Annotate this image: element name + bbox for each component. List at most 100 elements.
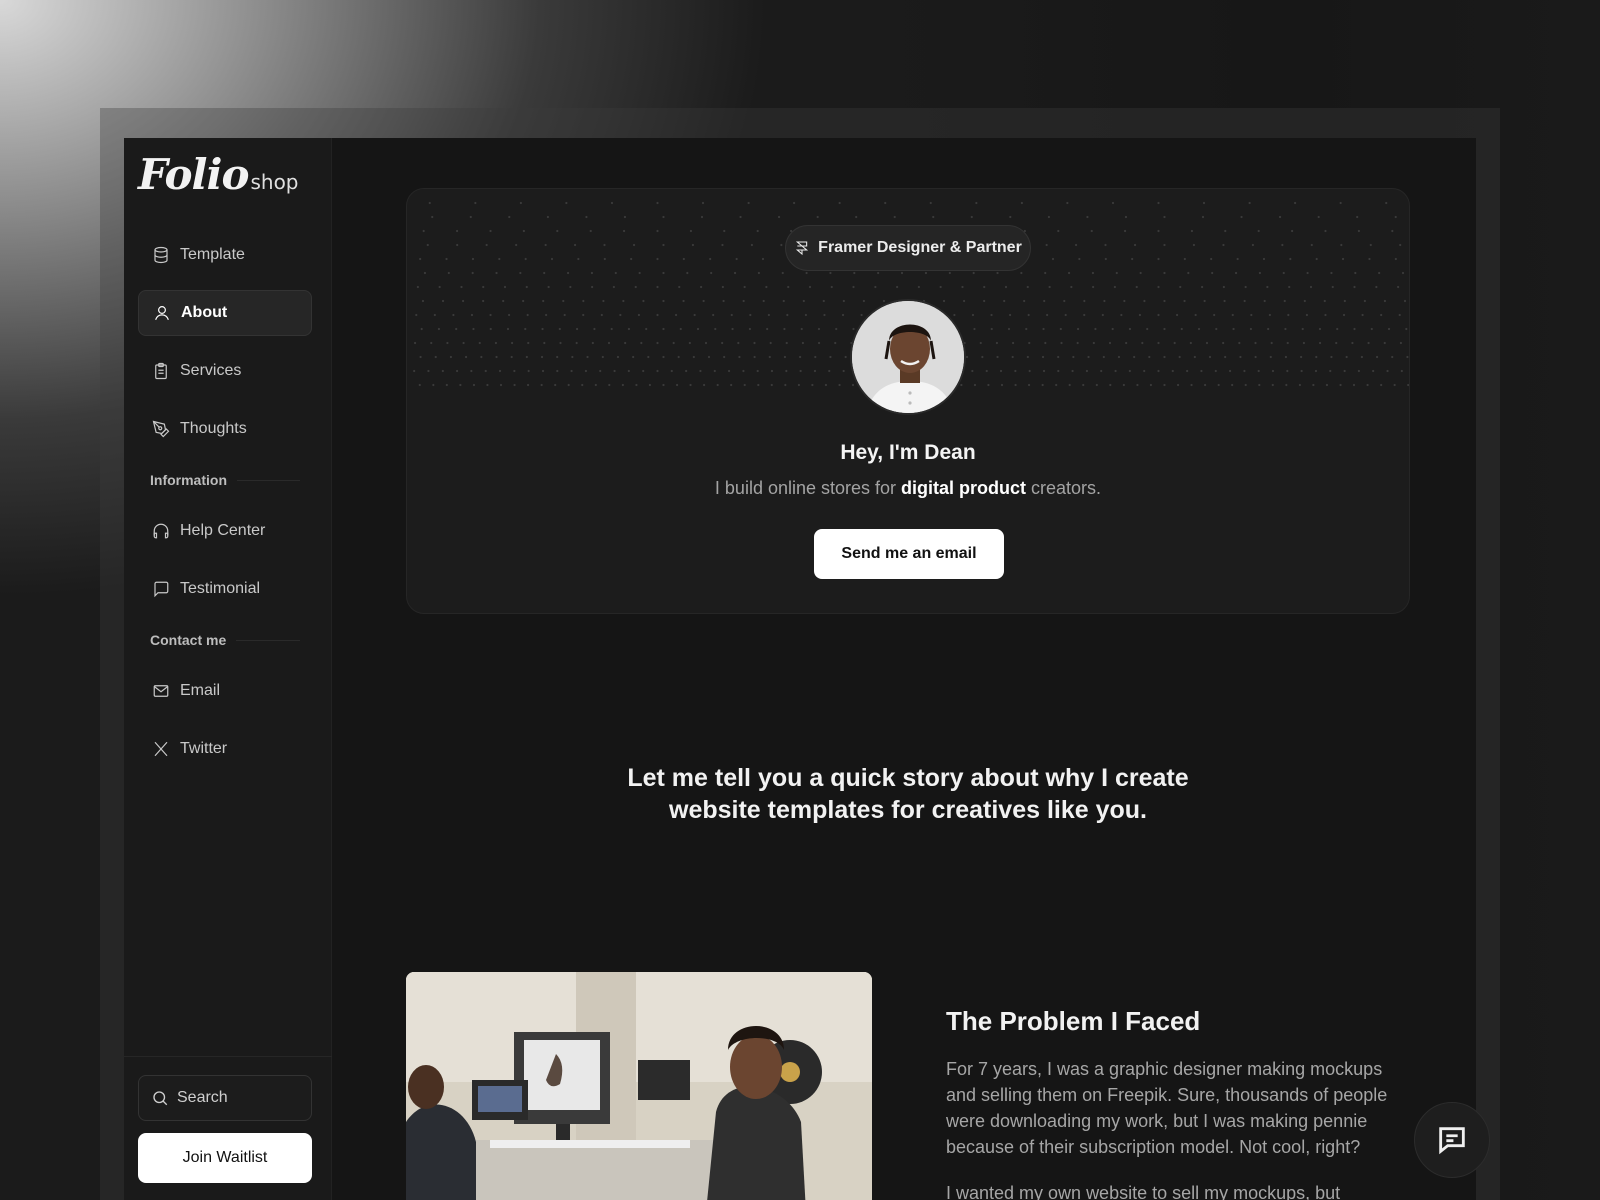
profile-photo-image <box>852 301 964 413</box>
decor-dot <box>499 383 503 387</box>
sidebar-item-thoughts[interactable]: Thoughts <box>138 406 312 452</box>
decor-dot <box>1072 355 1075 359</box>
decor-dot <box>464 355 468 359</box>
search-icon <box>153 1091 168 1106</box>
decor-dot <box>586 355 589 359</box>
decor-dot <box>801 341 805 345</box>
search-input[interactable]: Search <box>138 1075 312 1121</box>
decor-dot <box>590 271 594 275</box>
decor-dot <box>662 215 665 219</box>
decor-dot <box>632 243 636 247</box>
decor-dot <box>896 285 899 289</box>
decor-dot <box>678 285 681 289</box>
decor-dot <box>1163 383 1166 387</box>
decor-dot <box>1310 243 1313 247</box>
decor-dot <box>1051 257 1055 261</box>
decor-dot <box>1011 341 1015 345</box>
story-heading: Let me tell you a quick story about why … <box>406 762 1410 826</box>
logo[interactable]: Folio shop <box>138 150 299 199</box>
user-icon <box>155 306 169 320</box>
decor-dot <box>1406 355 1409 359</box>
decor-dot <box>730 313 733 317</box>
decor-dot <box>1023 299 1026 303</box>
decor-dot <box>498 257 501 261</box>
sidebar-item-twitter[interactable]: Twitter <box>138 726 312 772</box>
framer-icon <box>796 241 809 256</box>
decor-dot <box>1257 229 1260 233</box>
decor-dot <box>1357 369 1360 373</box>
decor-dot <box>682 299 685 303</box>
search-label: Search <box>177 1089 228 1106</box>
decor-dot <box>768 355 771 359</box>
decor-dot <box>710 271 713 275</box>
sidebar-item-template[interactable]: Template <box>138 232 312 278</box>
sidebar-item-services[interactable]: Services <box>138 348 312 394</box>
decor-dot <box>723 229 726 233</box>
decor-dot <box>540 383 543 387</box>
decor-dot <box>1340 243 1343 247</box>
decor-dot <box>522 299 525 303</box>
decor-dot <box>566 271 570 275</box>
sidebar-item-help-center[interactable]: Help Center <box>138 508 312 554</box>
decor-dot <box>860 313 863 317</box>
sidebar-item-testimonial[interactable]: Testimonial <box>138 566 312 612</box>
decor-dot <box>674 313 678 317</box>
decor-dot <box>575 341 578 345</box>
database-icon <box>154 246 168 264</box>
decor-dot <box>472 327 475 331</box>
decor-dot <box>781 271 784 275</box>
decor-dot <box>1146 327 1149 331</box>
decor-dot <box>1026 355 1029 359</box>
role-badge: Framer Designer & Partner <box>785 225 1031 271</box>
decor-dot <box>882 299 886 303</box>
decor-dot <box>1009 215 1012 219</box>
decor-dot <box>743 383 746 387</box>
hero-card: Framer Designer & Partner Hey, I'm Dean … <box>406 188 1410 614</box>
sidebar-item-email[interactable]: Email <box>138 668 312 714</box>
section-label: Contact me <box>150 632 227 648</box>
decor-dot <box>563 313 566 317</box>
decor-dot <box>1007 327 1011 331</box>
decor-dot <box>999 369 1003 373</box>
decor-dot <box>704 341 708 345</box>
decor-dot <box>1302 341 1306 345</box>
decor-dot <box>1122 383 1125 387</box>
decor-dot <box>1020 271 1023 275</box>
decor-dot <box>1120 313 1123 317</box>
decor-dot <box>973 383 977 387</box>
decor-dot <box>418 383 421 387</box>
decor-dot <box>1301 327 1304 331</box>
decor-dot <box>1123 299 1126 303</box>
decor-dot <box>1251 243 1255 247</box>
decor-dot <box>1123 229 1127 233</box>
join-waitlist-button[interactable]: Join Waitlist <box>138 1133 312 1183</box>
decor-dot <box>1343 299 1346 303</box>
decor-dot <box>1108 341 1112 345</box>
sidebar-item-about[interactable]: About <box>138 290 312 336</box>
decor-dot <box>800 327 803 331</box>
chat-button[interactable] <box>1414 1102 1490 1178</box>
decor-dot <box>456 369 459 373</box>
decor-dot <box>1095 383 1098 387</box>
decor-dot <box>1407 383 1409 387</box>
decor-dot <box>527 341 530 345</box>
send-email-button[interactable]: Send me an email <box>814 529 1004 579</box>
decor-dot <box>716 383 719 387</box>
decor-dot <box>616 355 620 359</box>
decor-dot <box>979 341 982 345</box>
decor-dot <box>975 201 978 205</box>
decor-dot <box>682 257 685 261</box>
decor-dot <box>1312 383 1315 387</box>
decor-dot <box>688 341 691 345</box>
decor-dot <box>421 299 425 303</box>
decor-dot <box>785 369 788 373</box>
decor-dot <box>1064 313 1067 317</box>
decor-dot <box>522 229 525 233</box>
decor-dot <box>917 285 920 289</box>
decor-dot <box>1370 327 1373 331</box>
decor-dot <box>884 201 887 205</box>
decor-dot <box>470 369 473 373</box>
decor-dot <box>793 201 796 205</box>
decor-dot <box>640 341 643 345</box>
decor-dot <box>1100 369 1103 373</box>
